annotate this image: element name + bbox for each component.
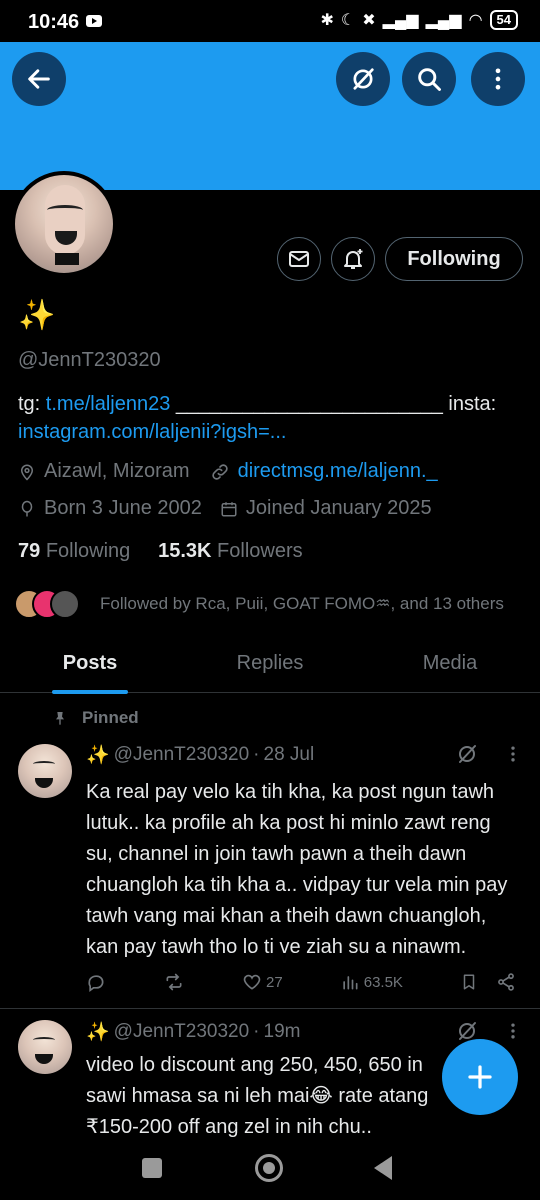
born-text: Born 3 June 2002 [44, 497, 202, 519]
tweet-author-name[interactable]: ✨ [86, 743, 110, 767]
website-link[interactable]: directmsg.me/laljenn._ [238, 460, 438, 483]
profile-handle: @JennT230320 [18, 349, 161, 371]
pinned-label: Pinned [52, 708, 139, 728]
repost-icon [166, 973, 182, 991]
profile-avatar[interactable] [11, 171, 117, 277]
location-pin-icon [20, 464, 34, 481]
search-icon [418, 68, 441, 91]
followed-by-text: Followed by Rca, Puii, GOAT FOMO♒, and 1… [100, 594, 504, 613]
bio-prefix: tg: [18, 393, 46, 415]
tweet-actions: 27 63.5K [86, 972, 516, 992]
following-count-link[interactable]: 79 Following [18, 540, 130, 562]
views-button[interactable]: 63.5K [340, 972, 403, 992]
tweet-time[interactable]: 28 Jul [264, 744, 315, 766]
back-nav-button[interactable] [374, 1156, 392, 1180]
tweet-time[interactable]: 19m [264, 1021, 301, 1043]
reply-icon [88, 975, 104, 992]
calendar-icon [221, 501, 237, 516]
link-icon [211, 463, 228, 480]
grok-icon[interactable] [455, 742, 479, 766]
tweet-text: Ka real pay velo ka tih kha, ka post ngu… [86, 781, 508, 958]
followers-count-link[interactable]: 15.3K Followers [158, 540, 303, 562]
reply-button[interactable] [86, 972, 106, 992]
search-button[interactable] [402, 52, 456, 106]
grok-icon [353, 68, 374, 90]
system-nav-bar [0, 1140, 540, 1200]
follow-counts: 79 Following 15.3K Followers [18, 540, 303, 563]
signal-icon-2: ▂▄▆ [425, 12, 462, 29]
repost-button[interactable] [163, 972, 185, 992]
tweet-author-name[interactable]: ✨ [86, 1020, 110, 1044]
views-count: 63.5K [363, 973, 403, 991]
battery-icon: 54 [489, 10, 518, 30]
tweet-avatar[interactable] [18, 1020, 72, 1074]
status-icons: ✱ ☾ ✖ ▂▄▆ ▂▄▆ ◠ 54 [320, 10, 518, 30]
bell-plus-icon [344, 249, 363, 269]
more-vertical-icon [495, 68, 501, 90]
recent-apps-button[interactable] [142, 1158, 162, 1178]
profile-name: ✨ [18, 299, 56, 332]
status-bar: 10:46 ✱ ☾ ✖ ▂▄▆ ▂▄▆ ◠ 54 [0, 0, 540, 42]
bio-telegram-link[interactable]: t.me/laljenn23 [46, 393, 171, 415]
following-button[interactable]: Following [385, 237, 523, 281]
back-arrow-icon [28, 69, 50, 89]
pin-icon [56, 712, 64, 725]
status-time: 10:46 [28, 11, 80, 33]
followed-by-row[interactable]: Followed by Rca, Puii, GOAT FOMO♒, and 1… [14, 589, 504, 619]
like-button[interactable]: 27 [242, 972, 283, 992]
more-vertical-icon[interactable] [503, 744, 523, 764]
mail-icon [289, 251, 309, 267]
message-button[interactable] [277, 237, 321, 281]
compose-post-button[interactable] [442, 1039, 518, 1115]
tweet-header: ✨ @JennT230320 · 19m [86, 1020, 301, 1044]
joined-text: Joined January 2025 [245, 497, 432, 519]
share-icon[interactable] [496, 972, 516, 992]
profile-bio: tg: t.me/laljenn23 _____________________… [18, 390, 523, 446]
bluetooth-icon: ✱ [320, 12, 334, 29]
tab-media[interactable]: Media [360, 641, 540, 692]
heart-icon [243, 974, 261, 990]
bookmark-icon[interactable] [460, 972, 478, 992]
tweet-divider [0, 1008, 540, 1009]
signal-icon: ▂▄▆ [382, 12, 419, 29]
plus-icon [468, 1065, 492, 1089]
profile-tabs: Posts Replies Media [0, 641, 540, 694]
profile-banner [0, 42, 540, 190]
grok-button[interactable] [336, 52, 390, 106]
back-button[interactable] [12, 52, 66, 106]
location-text: Aizawl, Mizoram [44, 460, 190, 482]
tab-replies[interactable]: Replies [180, 641, 360, 692]
bio-middle: ________________________ insta: [170, 393, 497, 415]
mutual-avatar [50, 589, 80, 619]
notifications-button[interactable] [331, 237, 375, 281]
tweet-text: video lo discount ang 250, 450, 650 in s… [86, 1054, 429, 1138]
more-options-button[interactable] [471, 52, 525, 106]
bookmark-share-group [460, 972, 516, 992]
youtube-notification-icon [86, 15, 102, 27]
home-button[interactable] [255, 1154, 283, 1182]
views-bar-chart-icon [343, 976, 358, 990]
tweet-handle[interactable]: @JennT230320 [114, 1021, 250, 1043]
like-count: 27 [266, 973, 283, 991]
wifi-icon: ◠ [468, 12, 483, 29]
tab-posts[interactable]: Posts [0, 641, 180, 694]
bio-instagram-link[interactable]: instagram.com/laljenii?igsh=... [18, 421, 286, 443]
more-vertical-icon[interactable] [503, 1021, 523, 1041]
balloon-icon [21, 500, 33, 516]
dnd-moon-icon: ☾ [340, 12, 356, 29]
tweet-header: ✨ @JennT230320 · 28 Jul [86, 743, 315, 767]
tweet-avatar[interactable] [18, 744, 72, 798]
dates-row: Born 3 June 2002 Joined January 2025 [18, 497, 432, 520]
mute-icon: ✖ [362, 12, 376, 29]
location-row: Aizawl, Mizoram directmsg.me/laljenn._ [18, 460, 438, 483]
tweet-handle[interactable]: @JennT230320 [114, 744, 250, 766]
